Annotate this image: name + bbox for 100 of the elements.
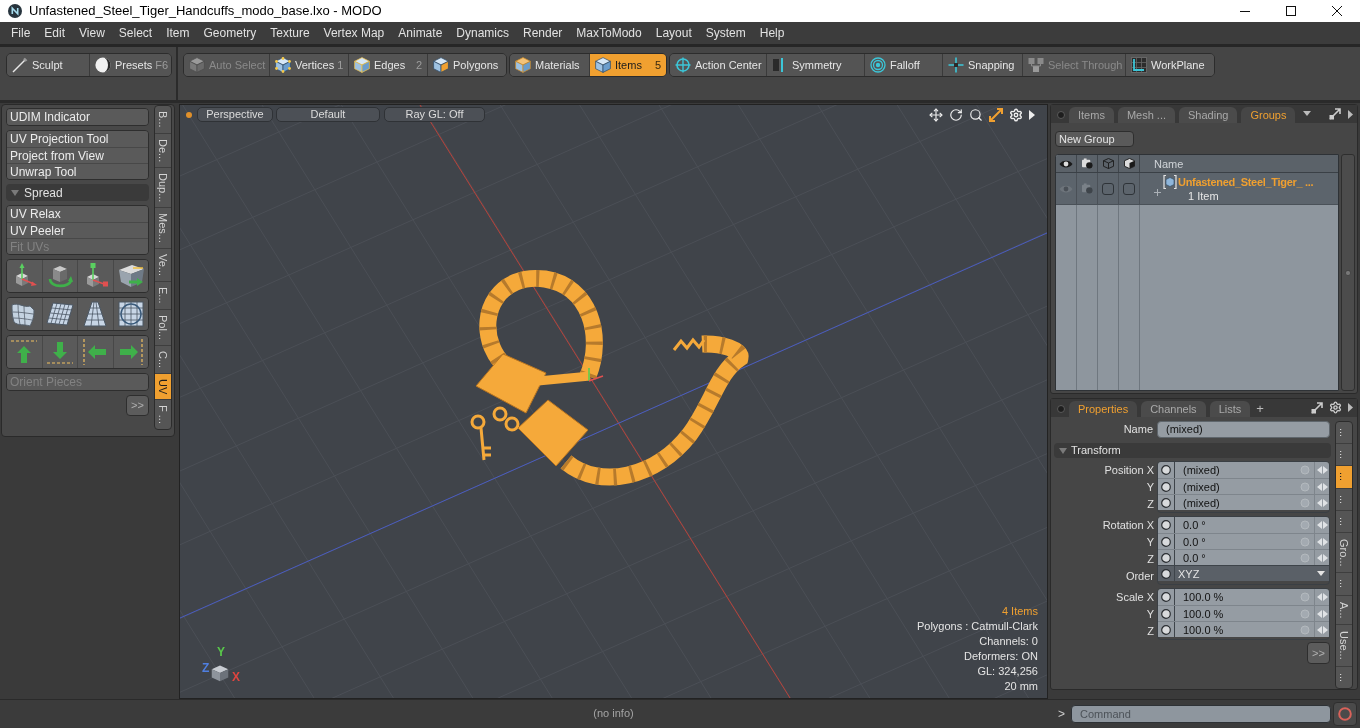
left-right-arrows-icon[interactable] (1316, 553, 1328, 562)
toolbar-button[interactable]: Items 5 (589, 54, 666, 76)
side-tab[interactable]: Gro... (1336, 531, 1352, 573)
toolbar-button[interactable]: Polygons (427, 54, 506, 76)
toolbar-button[interactable]: WorkPlane (1125, 54, 1214, 76)
name-field[interactable]: (mixed) (1157, 421, 1330, 438)
expand-arrows-icon[interactable] (1329, 108, 1341, 120)
order-dropdown[interactable]: XYZ (1158, 565, 1329, 581)
menu-item[interactable]: View (72, 22, 112, 44)
panel-tab[interactable]: Lists (1209, 401, 1251, 417)
rotate-icon[interactable] (949, 107, 963, 122)
scroll-handle-icon[interactable] (1345, 269, 1351, 276)
uv-tool-button[interactable] (77, 336, 113, 368)
more-button[interactable]: >> (1307, 642, 1330, 664)
tool-button[interactable]: UV Projection Tool (7, 131, 148, 147)
uv-tool-button[interactable] (77, 260, 113, 292)
settings-icon[interactable] (1329, 401, 1342, 414)
panel-tab[interactable]: Items (1069, 107, 1114, 123)
camera-icon[interactable] (1080, 183, 1094, 194)
toolbar-button[interactable]: Symmetry (766, 54, 864, 76)
property-value[interactable]: 0.0 ° (1183, 550, 1206, 565)
uv-tool-button[interactable] (7, 298, 42, 330)
play-icon[interactable] (1348, 403, 1353, 412)
left-right-arrows-icon[interactable] (1316, 466, 1328, 474)
left-right-arrows-icon[interactable] (1316, 482, 1328, 491)
panel-tab[interactable]: Properties (1069, 401, 1138, 417)
record-button[interactable] (1333, 701, 1357, 726)
menu-item[interactable]: Render (516, 22, 570, 44)
more-button[interactable]: >> (126, 395, 149, 416)
menu-item[interactable]: System (698, 22, 753, 44)
side-tab[interactable]: E... (155, 281, 171, 309)
circle-toggle-icon[interactable] (1161, 520, 1171, 530)
section-header[interactable]: Transform (1054, 443, 1331, 458)
expand-plus-icon[interactable] (1154, 189, 1161, 196)
tool-button[interactable]: UV Peeler (7, 222, 148, 238)
tool-button[interactable]: UDIM Indicator (7, 109, 148, 125)
side-tab[interactable]: C... (155, 344, 171, 373)
side-tab[interactable]: F ... (155, 399, 171, 430)
side-tab[interactable]: A... (1336, 594, 1352, 625)
toolbar-button[interactable]: Falloff (864, 54, 942, 76)
play-icon[interactable] (1348, 109, 1353, 119)
circle-toggle-icon[interactable] (1161, 568, 1171, 579)
menu-item[interactable]: Vertex Map (316, 22, 392, 44)
panel-tab[interactable]: Mesh ... (1117, 107, 1176, 123)
circle-toggle-icon[interactable] (1161, 536, 1171, 547)
toolbar-button[interactable]: Edges 2 (348, 54, 427, 76)
panel-tab[interactable]: Channels (1141, 401, 1206, 417)
expand-arrows-icon[interactable] (1311, 401, 1323, 414)
menu-item[interactable]: MaxToModo (569, 22, 649, 44)
menu-item[interactable]: Geometry (196, 22, 264, 44)
side-tab[interactable]: ... (1336, 509, 1352, 532)
toolbar-button[interactable]: Snapping (942, 54, 1022, 76)
side-tab[interactable]: ... (1336, 465, 1352, 488)
property-value[interactable]: 0.0 ° (1183, 517, 1206, 533)
left-right-arrows-icon[interactable] (1316, 593, 1328, 601)
tool-button[interactable]: Project from View (7, 147, 148, 163)
menu-item[interactable]: Texture (263, 22, 317, 44)
search-icon[interactable] (969, 107, 983, 122)
group-row[interactable]: Unfastened_Steel_Tiger_ ... 1 Item (1056, 173, 1338, 205)
section-header[interactable]: Spread (6, 184, 149, 201)
menu-item[interactable]: Item (159, 22, 197, 44)
view-button[interactable]: Default (276, 107, 380, 122)
side-tab[interactable]: ... (1336, 487, 1352, 510)
scrollbar[interactable] (1341, 154, 1355, 391)
side-tab[interactable]: De... (155, 132, 171, 167)
menu-item[interactable]: Dynamics (449, 22, 516, 44)
left-right-arrows-icon[interactable] (1316, 625, 1328, 634)
uv-tool-button[interactable] (7, 260, 42, 292)
view-button[interactable]: Ray GL: Off (384, 107, 485, 122)
circle-toggle-icon[interactable] (1161, 624, 1171, 635)
side-tab[interactable]: ... (1336, 665, 1352, 688)
left-right-arrows-icon[interactable] (1316, 521, 1328, 529)
toolbar-button[interactable]: Vertices 1 (269, 54, 348, 76)
property-value[interactable]: 0.0 ° (1183, 534, 1206, 549)
uv-tool-button[interactable] (112, 260, 148, 292)
circle-toggle-icon[interactable] (1161, 592, 1171, 602)
uv-tool-button[interactable] (112, 298, 148, 330)
circle-toggle-icon[interactable] (1161, 497, 1171, 508)
toolbar-button[interactable]: Presets F6 (89, 54, 171, 76)
side-tab[interactable]: Use... (1336, 624, 1352, 666)
side-tab[interactable]: Mes... (155, 207, 171, 249)
uv-tool-button[interactable] (41, 260, 77, 292)
uv-tool-button[interactable] (77, 298, 113, 330)
tool-button[interactable]: UV Relax (7, 206, 148, 222)
add-tab-button[interactable]: + (1256, 401, 1264, 416)
panel-tab[interactable]: Shading (1179, 107, 1238, 123)
left-right-arrows-icon[interactable] (1316, 498, 1328, 507)
uv-tool-button[interactable] (41, 336, 77, 368)
circle-toggle-icon[interactable] (1161, 465, 1171, 475)
move-icon[interactable] (929, 107, 943, 122)
side-tab[interactable]: Pol... (155, 308, 171, 345)
toggle-box[interactable] (1123, 182, 1135, 195)
menu-item[interactable]: Edit (37, 22, 73, 44)
circle-toggle-icon[interactable] (1161, 552, 1171, 563)
viewport[interactable]: Perspective Default Ray GL: Off 4 Items Polygons : Catmull-Clark Channels: 0 Deformers: ON GL: 324,256 20 mm Y Z X (179, 104, 1048, 699)
expand-icon[interactable] (989, 107, 1003, 122)
side-tab[interactable]: UV (155, 372, 171, 400)
panel-tab[interactable]: Groups (1241, 107, 1296, 123)
side-tab[interactable]: ... (1336, 572, 1352, 595)
tool-button[interactable]: Unwrap Tool (7, 163, 148, 179)
